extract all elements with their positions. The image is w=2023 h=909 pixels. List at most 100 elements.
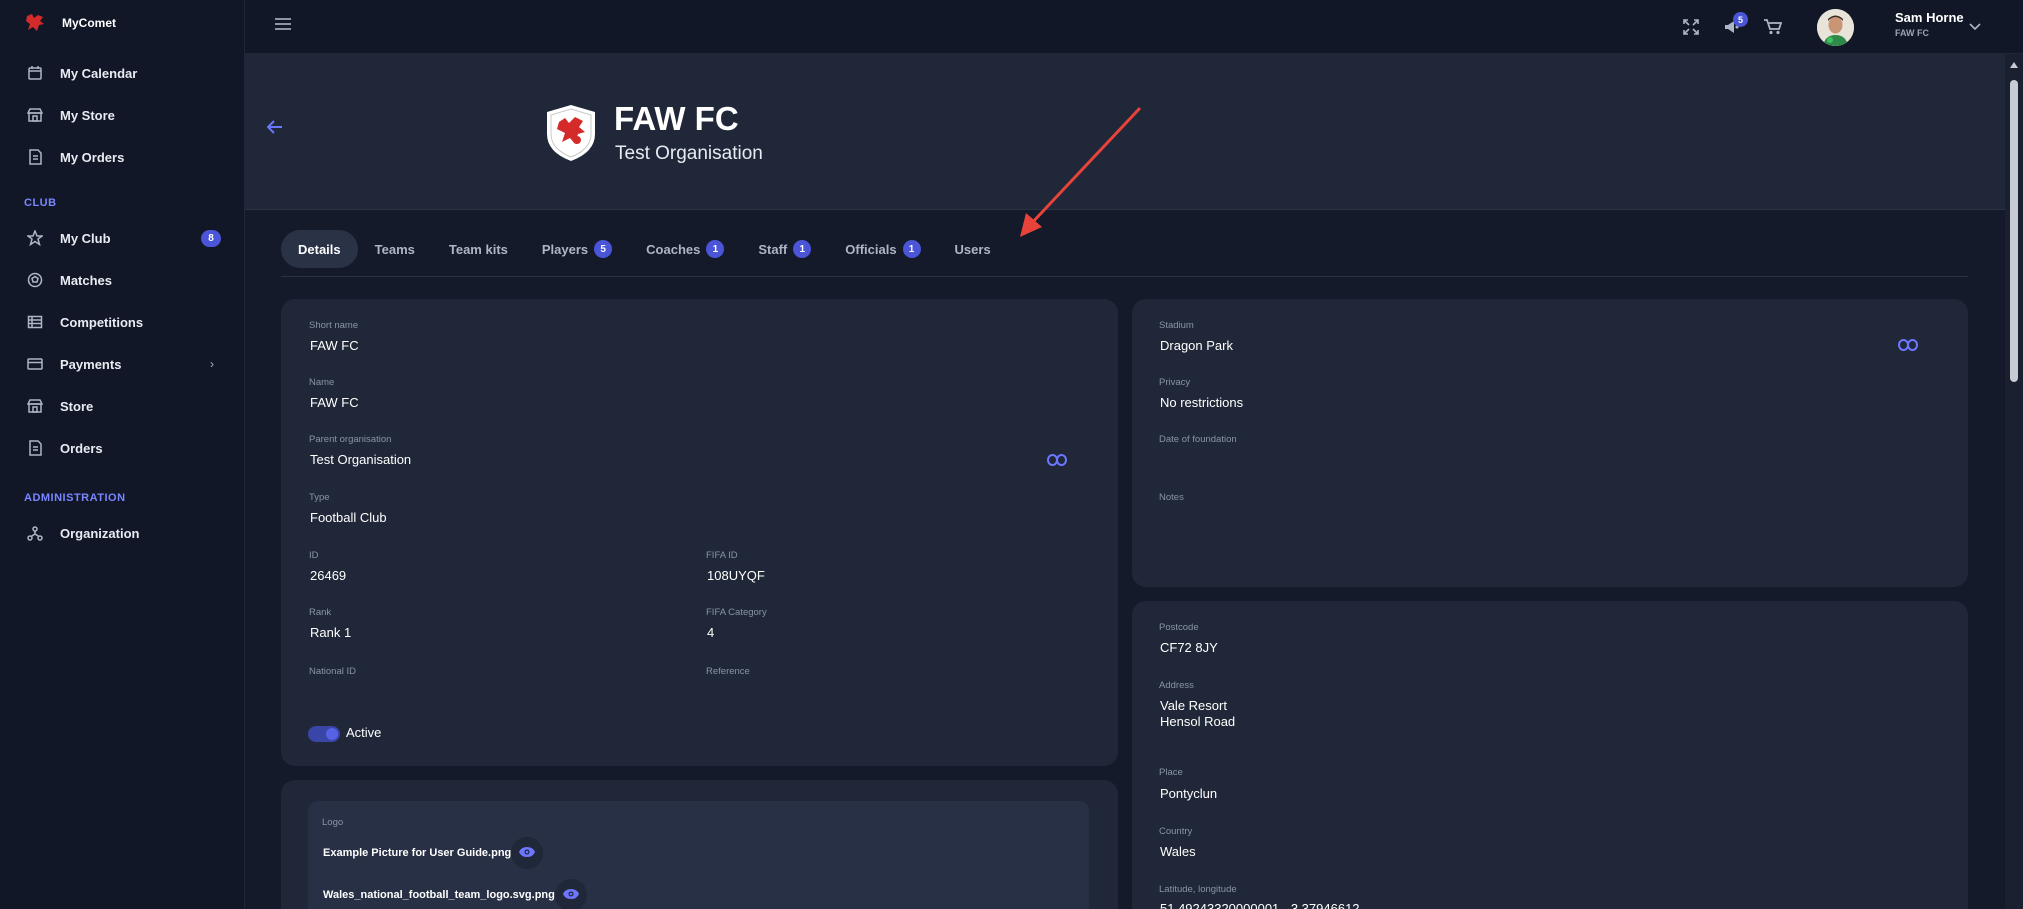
org-icon [26, 524, 44, 542]
place-label: Place [1159, 767, 1183, 778]
sidebar-item-store[interactable]: Store [0, 386, 245, 426]
scrollbar[interactable] [2005, 54, 2023, 909]
file-name: Example Picture for User Guide.png [323, 847, 512, 859]
orders-icon [26, 439, 44, 457]
address-label: Address [1159, 680, 1194, 691]
link-icon[interactable] [1047, 453, 1067, 467]
sidebar-item-payments[interactable]: Payments › [0, 344, 245, 384]
tab-label: Staff [758, 241, 788, 257]
back-arrow-icon[interactable] [266, 120, 283, 139]
sidebar-item-orders[interactable]: Orders [0, 428, 245, 468]
latlng-value: 51.49243320000001, -3.37946612 [1160, 901, 1360, 909]
tab-label: Team kits [448, 241, 508, 257]
active-label: Active [346, 725, 382, 740]
sidebar-item-label: Organization [60, 525, 140, 541]
user-club: FAW FC [1895, 28, 1929, 38]
id-value: 26469 [310, 568, 347, 583]
section-title-administration: ADMINISTRATION [24, 492, 126, 504]
sidebar-item-matches[interactable]: Matches [0, 260, 245, 300]
tabs-divider [281, 276, 1968, 277]
hamburger-menu-icon[interactable] [275, 17, 291, 36]
postcode-value: CF72 8JY [1160, 640, 1218, 655]
tab-label: Details [298, 241, 341, 257]
tab-label: Users [954, 241, 991, 257]
brand[interactable]: MyComet [24, 12, 116, 34]
sidebar-item-label: Orders [60, 440, 103, 456]
sidebar-item-my-club[interactable]: My Club 8 [0, 218, 245, 258]
my-club-badge: 8 [201, 230, 221, 247]
cart-icon[interactable] [1762, 16, 1784, 38]
stadium-value: Dragon Park [1160, 338, 1233, 353]
club-crest-icon [547, 105, 595, 161]
logo-label: Logo [322, 817, 344, 828]
sidebar-item-label: My Store [60, 107, 115, 123]
short-name-label: Short name [309, 320, 359, 331]
privacy-label: Privacy [1159, 377, 1191, 388]
tab-badge: 5 [594, 240, 613, 258]
brand-name: MyComet [62, 16, 117, 30]
sidebar-item-label: Competitions [60, 314, 144, 330]
toggle-knob [326, 728, 338, 740]
sidebar-item-label: Payments [60, 356, 122, 372]
country-value: Wales [1160, 844, 1196, 859]
tab-badge: 1 [793, 240, 812, 258]
page-title: FAW FC [614, 100, 739, 137]
id-label: ID [309, 550, 319, 561]
fifa-id-label: FIFA ID [706, 550, 738, 561]
scroll-thumb[interactable] [2010, 80, 2018, 382]
page-subtitle: Test Organisation [615, 143, 763, 164]
notification-badge: 5 [1733, 12, 1748, 27]
store-icon [26, 106, 44, 124]
avatar[interactable] [1817, 9, 1854, 46]
tab-label: Players [541, 241, 589, 257]
active-toggle[interactable] [308, 726, 340, 742]
type-value: Football Club [310, 510, 387, 525]
user-name[interactable]: Sam Horne [1895, 10, 1964, 25]
latlng-label: Latitude, longitude [1159, 884, 1237, 895]
calendar-icon [26, 64, 44, 82]
link-icon[interactable] [1898, 338, 1918, 352]
tab-users[interactable]: Users [938, 230, 1008, 268]
sidebar-item-my-orders[interactable]: My Orders [0, 137, 245, 177]
place-value: Pontyclun [1160, 786, 1218, 801]
rank-value: Rank 1 [310, 625, 352, 640]
stadium-label: Stadium [1159, 320, 1194, 331]
sidebar-item-my-store[interactable]: My Store [0, 95, 245, 135]
ball-icon [26, 271, 44, 289]
tab-badge: 1 [706, 240, 725, 258]
list-icon [26, 313, 44, 331]
parent-org-label: Parent organisation [309, 434, 392, 445]
postcode-label: Postcode [1159, 622, 1199, 633]
national-id-label: National ID [309, 666, 356, 677]
fullscreen-icon[interactable] [1680, 16, 1702, 38]
sidebar-item-competitions[interactable]: Competitions [0, 302, 245, 342]
dragon-logo-icon [26, 14, 44, 31]
section-title-club: CLUB [24, 197, 57, 209]
tab-details[interactable]: Details [281, 230, 358, 268]
tab-teams[interactable]: Teams [358, 230, 432, 268]
address-line2: Hensol Road [1160, 714, 1236, 729]
tab-players[interactable]: Players 5 [525, 230, 629, 268]
short-name-value: FAW FC [310, 338, 359, 353]
rank-label: Rank [309, 607, 332, 618]
sidebar-item-my-calendar[interactable]: My Calendar [0, 53, 245, 93]
privacy-value: No restrictions [1160, 395, 1244, 410]
fifa-id-value: 108UYQF [707, 568, 765, 583]
info-card [1132, 299, 1968, 587]
tab-team-kits[interactable]: Team kits [432, 230, 525, 268]
tab-staff[interactable]: Staff 1 [741, 230, 828, 268]
star-icon [26, 229, 44, 247]
chevron-down-icon[interactable] [1969, 18, 1981, 36]
tab-officials[interactable]: Officials 1 [828, 230, 937, 268]
sidebar-item-organization[interactable]: Organization [0, 513, 245, 553]
name-value: FAW FC [310, 395, 359, 410]
view-file-button[interactable] [511, 837, 543, 869]
sidebar-item-label: My Orders [60, 149, 125, 165]
view-file-button[interactable] [555, 879, 587, 909]
card-icon [26, 355, 44, 373]
foundation-label: Date of foundation [1159, 434, 1237, 445]
sidebar-item-label: Matches [60, 272, 113, 288]
scroll-up-arrow-icon[interactable] [2010, 62, 2018, 68]
file-name: Wales_national_football_team_logo.svg.pn… [323, 889, 555, 901]
tab-coaches[interactable]: Coaches 1 [629, 230, 741, 268]
